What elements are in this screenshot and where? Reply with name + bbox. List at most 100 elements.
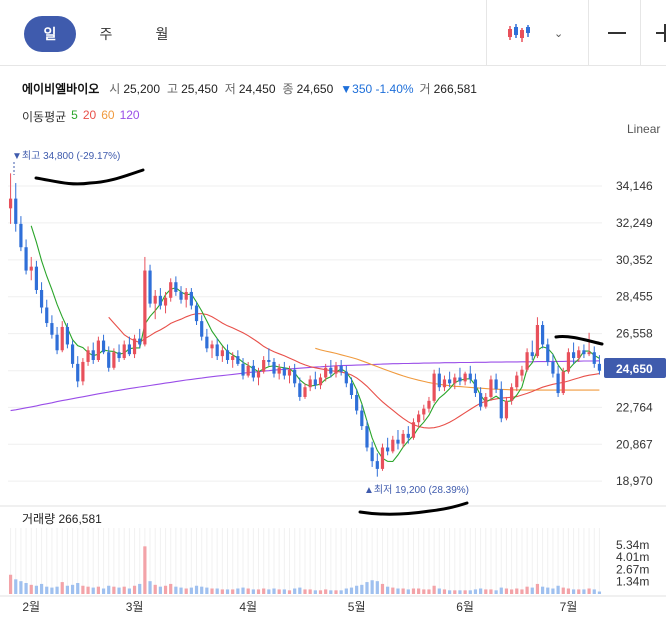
volume-bar (39, 583, 44, 594)
candle-body (91, 350, 95, 360)
candle-body (334, 365, 338, 374)
candle-body (391, 439, 395, 452)
candle-body (417, 414, 421, 423)
volume-bar (525, 586, 529, 594)
price-axis: 34,146 32,249 30,352 28,455 26,558 22,764 20,8… (616, 179, 653, 589)
volume-bar (582, 589, 586, 594)
volume-bar (535, 583, 540, 594)
volume-bar (401, 588, 405, 594)
candle-body (143, 270, 147, 345)
candle-body (158, 295, 162, 306)
volume-title: 거래량 266,581 (22, 512, 102, 526)
volume-bar (138, 583, 142, 594)
candle-body (535, 325, 540, 357)
volume-bar (65, 585, 70, 594)
volume-bar (298, 587, 302, 594)
candle-body (153, 295, 157, 304)
candle-body (355, 395, 359, 411)
volume-bar (225, 589, 230, 594)
candle-body (551, 361, 555, 374)
volume-bar (489, 589, 493, 594)
volume-bar (282, 589, 286, 594)
volume-bar (303, 589, 307, 594)
candle-body (179, 291, 183, 300)
candle-body (504, 400, 509, 419)
volume-bar (540, 586, 545, 594)
candle-body (375, 461, 379, 469)
candle-body (515, 375, 519, 388)
price-chart[interactable]: 34,146 32,249 30,352 28,455 26,558 22,764 20,8… (0, 0, 666, 625)
candle-body (163, 297, 168, 306)
volume-bar (184, 588, 188, 594)
time-axis: 2월 3월 4월 5월 6월 7월 (22, 600, 577, 614)
volume-bar (484, 589, 488, 594)
candle-body (96, 340, 100, 360)
volume-bar (158, 586, 162, 594)
candle-body (112, 352, 116, 368)
volume-bar (86, 586, 90, 594)
candle-body (50, 323, 54, 335)
volume-bar (262, 588, 266, 594)
month-label: 5월 (348, 600, 366, 614)
volume-bar (231, 589, 235, 594)
candle-body (484, 396, 488, 407)
volume-bar (510, 589, 514, 594)
candle-body (520, 369, 524, 376)
candle-body (458, 377, 462, 382)
volume-bar (179, 587, 183, 594)
volume-bar (96, 586, 100, 594)
candle-body (262, 360, 266, 372)
month-label: 2월 (22, 600, 40, 614)
volume-bar (406, 589, 410, 594)
candle-body (231, 356, 235, 360)
volume-bar (504, 588, 509, 594)
volume-bar (458, 590, 462, 594)
high-annotation: ▼최고 34,800 (-29.17%) (12, 150, 120, 162)
candle-body (489, 379, 493, 397)
volume-bar (153, 584, 157, 594)
candle-body (39, 290, 44, 308)
volume-bar (91, 587, 95, 594)
volume-bar (241, 587, 245, 594)
price-tick-label: 34,146 (616, 179, 653, 193)
volume-bar (339, 590, 343, 594)
volume-bar (318, 590, 323, 594)
candle-body (592, 352, 596, 364)
scribble-mark (34, 168, 145, 186)
candle-body (215, 344, 219, 357)
candle-body (225, 350, 230, 360)
volume-bar (194, 585, 199, 594)
candle-body (267, 360, 271, 362)
candle-body (473, 379, 478, 394)
candle-body (8, 198, 13, 209)
volume-bar (463, 590, 467, 594)
volume-bar (494, 590, 498, 594)
candle-body (138, 338, 142, 345)
volume-bar (236, 588, 240, 594)
volume-bar (60, 582, 64, 594)
candle-body (556, 373, 560, 394)
volume-bar (112, 586, 116, 594)
volume-bar (530, 587, 534, 594)
candle-body (81, 361, 85, 382)
volume-bar (293, 588, 297, 594)
candle-body (101, 340, 106, 353)
current-price-badge: 24,650 (604, 358, 666, 378)
candle-body (546, 344, 550, 362)
chart-annotations: ▼최고 34,800 (-29.17%) ▲최저 19,200 (28.39%) (12, 150, 469, 496)
candle-body (442, 379, 447, 388)
candle-body (396, 439, 400, 444)
volume-bar (76, 583, 80, 594)
volume-bar (375, 581, 379, 594)
volume-bar (163, 585, 168, 594)
candle-body (510, 387, 514, 401)
volume-bar (246, 588, 250, 594)
candle-body (530, 352, 534, 357)
price-tick-label: 18,970 (616, 474, 653, 488)
candle-body (386, 447, 390, 452)
candle-body (525, 352, 529, 370)
candle-body (597, 363, 602, 371)
candle-body (422, 408, 426, 415)
scribble-mark (358, 501, 469, 516)
volume-bar (370, 580, 374, 594)
